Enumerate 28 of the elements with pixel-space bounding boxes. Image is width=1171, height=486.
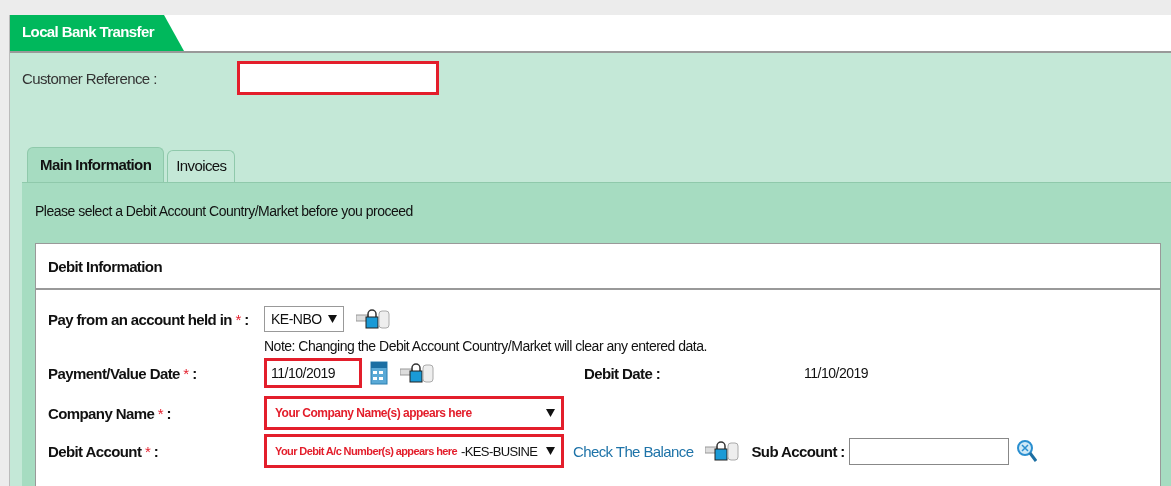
debit-date-value: 11/10/2019 xyxy=(804,365,869,381)
company-select[interactable]: Your Company Name(s) appears here xyxy=(264,396,564,430)
account-select[interactable]: Your Debit A/c Number(s) appears here -KES-BUSINE xyxy=(264,434,564,468)
field-label: Company Name * : xyxy=(48,404,172,422)
customer-reference-field[interactable] xyxy=(237,61,439,95)
calendar-icon[interactable] xyxy=(370,361,388,385)
tab[interactable]: Main Information xyxy=(27,147,165,182)
field-label: Customer Reference : xyxy=(22,69,158,87)
lock-toggle-icon[interactable] xyxy=(355,309,390,329)
search-icon[interactable] xyxy=(1016,439,1037,463)
check-balance-link[interactable]: Check The Balance xyxy=(573,442,694,460)
caret-icon xyxy=(327,315,337,323)
note-text: Note: Changing the Debit Account Country/Market will clear any entered data. xyxy=(264,338,708,354)
country-select[interactable]: KE-NBO xyxy=(264,306,344,332)
notice-text: Please select a Debit Account Country/Market before you proceed xyxy=(35,203,413,219)
field-label: Payment/Value Date * : xyxy=(48,364,198,382)
caret-icon xyxy=(546,447,555,455)
tab[interactable]: Invoices xyxy=(167,150,236,182)
field-label: Sub Account : xyxy=(751,442,845,460)
sub-account-field[interactable] xyxy=(848,437,1009,465)
field-label: Debit Account * : xyxy=(48,442,160,460)
date-field[interactable]: 11/10/2019 xyxy=(264,358,362,388)
lock-toggle-icon[interactable] xyxy=(400,363,434,383)
section-title: Debit Information xyxy=(48,257,162,275)
caret-icon xyxy=(546,409,555,417)
field-label: Debit Date : xyxy=(584,364,662,382)
lock-toggle-icon[interactable] xyxy=(705,441,740,461)
field-label: Pay from an account held in * : xyxy=(48,310,250,328)
